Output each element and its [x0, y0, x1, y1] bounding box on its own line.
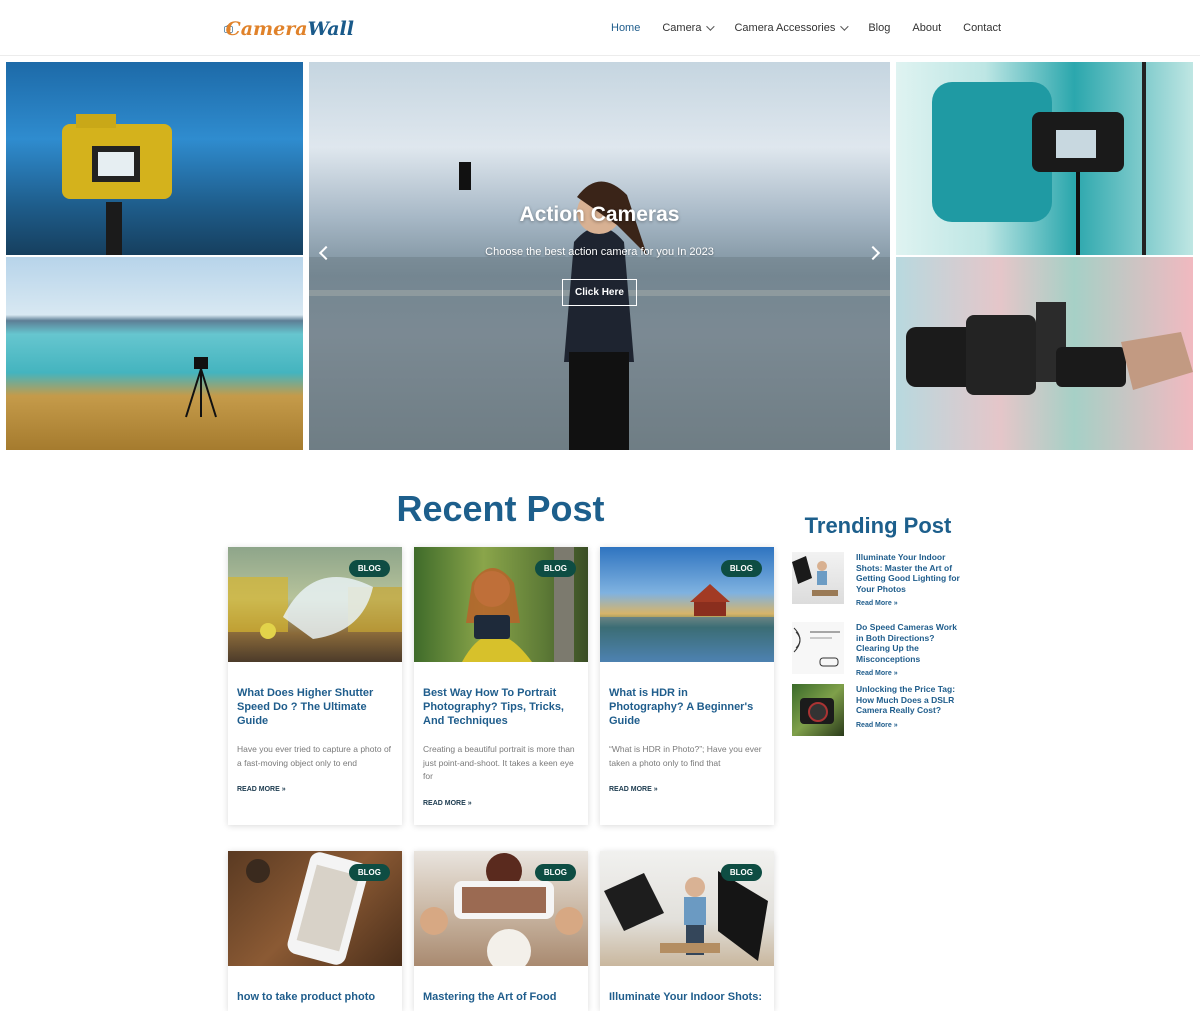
trending-thumbnail[interactable]: [792, 552, 844, 604]
nav-camera[interactable]: Camera: [662, 22, 716, 34]
post-thumbnail[interactable]: BLOG: [414, 547, 588, 662]
trending-item[interactable]: Illuminate Your Indoor Shots: Master the…: [792, 552, 964, 607]
post-title[interactable]: What is HDR in Photography? A Beginner's…: [609, 686, 765, 728]
dslr-camera-icon: [800, 698, 834, 724]
logo-text: CameraWall: [225, 18, 354, 40]
category-badge[interactable]: BLOG: [348, 864, 390, 881]
post-card[interactable]: BLOG What Does Higher Shutter Speed Do ?…: [228, 547, 402, 825]
read-more-link[interactable]: READ MORE »: [423, 800, 579, 807]
post-thumbnail[interactable]: BLOG: [600, 547, 774, 662]
hero-subtitle: Choose the best action camera for you In…: [485, 246, 714, 258]
post-card[interactable]: BLOG Mastering the Art of Food: [414, 851, 588, 1011]
hero-slider: Action Cameras Choose the best action ca…: [309, 62, 890, 450]
post-title[interactable]: how to take product photo: [237, 990, 393, 1004]
post-card[interactable]: BLOG What is HDR in Photography? A Begin…: [600, 547, 774, 825]
recent-post-heading: Recent Post: [396, 488, 605, 529]
trending-item[interactable]: Unlocking the Price Tag: How Much Does a…: [792, 684, 964, 736]
post-thumbnail[interactable]: BLOG: [414, 851, 588, 966]
category-badge[interactable]: BLOG: [534, 864, 576, 881]
speed-camera-diagram-icon: [793, 627, 840, 667]
read-more-link[interactable]: Read More »: [856, 600, 964, 607]
post-excerpt: Have you ever tried to capture a photo o…: [237, 744, 392, 768]
read-more-link[interactable]: READ MORE »: [609, 786, 765, 793]
category-badge[interactable]: BLOG: [534, 560, 576, 577]
camera-photo-icon: [62, 114, 172, 255]
site-logo[interactable]: CameraWall: [224, 10, 354, 48]
category-badge[interactable]: BLOG: [348, 560, 390, 577]
read-more-link[interactable]: READ MORE »: [237, 786, 393, 793]
gimbal-photo-icon: [906, 302, 1193, 395]
post-card[interactable]: BLOG Best Way How To Portrait Photograph…: [414, 547, 588, 825]
tripod-photo-icon: [185, 357, 217, 418]
post-title[interactable]: Mastering the Art of Food: [423, 990, 579, 1004]
trending-thumbnail[interactable]: [792, 684, 844, 736]
hero-title: Action Cameras: [519, 203, 680, 226]
trending-post-heading: Trending Post: [804, 513, 952, 538]
post-thumbnail[interactable]: BLOG: [228, 851, 402, 966]
post-card[interactable]: BLOG Illuminate Your Indoor Shots:: [600, 851, 774, 1011]
trending-title[interactable]: Illuminate Your Indoor Shots: Master the…: [856, 552, 964, 594]
post-card[interactable]: BLOG how to take product photo: [228, 851, 402, 1011]
hero-cta-button[interactable]: Click Here: [562, 279, 637, 306]
trending-item[interactable]: Do Speed Cameras Work in Both Directions…: [792, 622, 964, 677]
camera-chair-photo-icon: [932, 62, 1146, 255]
category-badge[interactable]: BLOG: [720, 560, 762, 577]
category-badge[interactable]: BLOG: [720, 864, 762, 881]
hero-image-gimbal[interactable]: [896, 257, 1193, 450]
hero-image-tripod-shore[interactable]: [6, 257, 303, 450]
post-title[interactable]: Best Way How To Portrait Photography? Ti…: [423, 686, 579, 728]
post-title[interactable]: Illuminate Your Indoor Shots:: [609, 990, 765, 1004]
trending-title[interactable]: Do Speed Cameras Work in Both Directions…: [856, 622, 964, 664]
chevron-down-icon: [706, 22, 716, 31]
chevron-down-icon: [840, 22, 850, 31]
site-header: CameraWall Home Camera Camera Accessorie…: [0, 0, 1200, 56]
post-thumbnail[interactable]: BLOG: [228, 547, 402, 662]
post-excerpt: “What is HDR in Photo?”; Have you ever t…: [609, 744, 762, 768]
trending-thumbnail[interactable]: [792, 622, 844, 674]
nav-about[interactable]: About: [912, 22, 941, 34]
hero-image-camera-chair[interactable]: [896, 62, 1193, 255]
post-thumbnail[interactable]: BLOG: [600, 851, 774, 966]
read-more-link[interactable]: Read More »: [856, 670, 964, 677]
trending-title[interactable]: Unlocking the Price Tag: How Much Does a…: [856, 684, 964, 716]
indoor-shot-icon: [792, 556, 838, 596]
post-title[interactable]: What Does Higher Shutter Speed Do ? The …: [237, 686, 393, 728]
read-more-link[interactable]: Read More »: [856, 722, 964, 729]
nav-contact[interactable]: Contact: [963, 22, 1001, 34]
nav-camera-accessories[interactable]: Camera Accessories: [734, 22, 850, 34]
post-excerpt: Creating a beautiful portrait is more th…: [423, 744, 575, 781]
nav-home[interactable]: Home: [611, 22, 640, 34]
main-nav: Home Camera Camera Accessories Blog Abou…: [600, 0, 1012, 56]
nav-blog[interactable]: Blog: [868, 22, 890, 34]
hero-image-camera-lake[interactable]: [6, 62, 303, 255]
